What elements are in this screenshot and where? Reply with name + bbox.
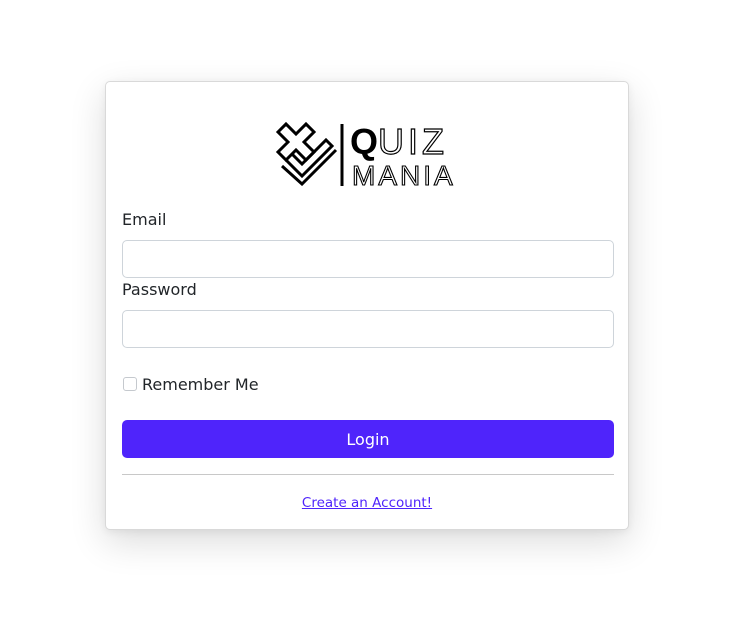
password-field[interactable] <box>122 310 614 348</box>
login-button[interactable]: Login <box>122 420 614 458</box>
remember-me-row: Remember Me <box>122 374 259 394</box>
x-check-mark-icon <box>275 122 338 186</box>
quiz-mania-logo: Q UIZ MANIA <box>272 122 466 186</box>
email-field[interactable] <box>122 240 614 278</box>
create-account-link[interactable]: Create an Account! <box>106 495 628 511</box>
password-label: Password <box>122 280 197 299</box>
divider <box>122 474 614 475</box>
email-label: Email <box>122 210 167 229</box>
remember-me-label[interactable]: Remember Me <box>142 375 259 394</box>
svg-text:UIZ: UIZ <box>378 122 448 162</box>
wordmark-mania: MANIA <box>352 160 456 186</box>
svg-text:Q: Q <box>350 122 378 162</box>
login-card: Q UIZ MANIA Email Password Remember Me L… <box>105 81 629 530</box>
remember-me-checkbox[interactable] <box>123 377 137 391</box>
wordmark-quiz: Q UIZ <box>350 122 448 163</box>
